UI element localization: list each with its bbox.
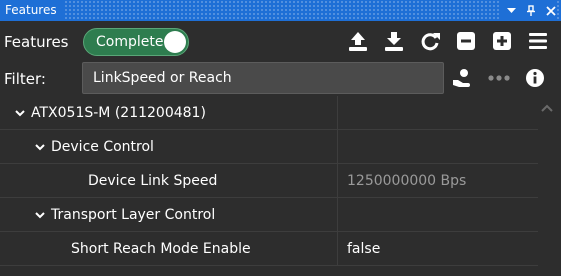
feature-value[interactable]: false <box>347 232 380 266</box>
toolbar-icons <box>346 29 550 53</box>
toggle-knob <box>164 31 186 53</box>
features-label: Features <box>4 33 69 51</box>
download-icon[interactable] <box>382 29 406 53</box>
device-row[interactable]: ATX051S-M (211200481) <box>0 96 538 130</box>
pin-icon[interactable] <box>525 4 537 18</box>
chevron-down-icon[interactable] <box>15 108 25 118</box>
close-icon[interactable] <box>545 4 557 18</box>
visibility-toggle[interactable]: Complete <box>83 28 189 56</box>
feature-row[interactable]: Device Link Speed 1250000000 Bps <box>0 164 538 198</box>
more-icon[interactable] <box>487 66 511 90</box>
feature-row[interactable]: Short Reach Mode Enable false <box>0 232 538 266</box>
filter-icons <box>451 66 547 90</box>
collapse-icon[interactable] <box>454 29 478 53</box>
title-bar: Features <box>0 0 561 21</box>
feature-name: Short Reach Mode Enable <box>71 241 251 257</box>
filter-label: Filter: <box>4 70 46 88</box>
window-title: Features <box>0 0 63 21</box>
upload-icon[interactable] <box>346 29 370 53</box>
feature-name: Device Link Speed <box>88 173 218 189</box>
category-row[interactable]: Transport Layer Control <box>0 198 538 232</box>
column-divider <box>337 198 338 231</box>
filter-input[interactable] <box>82 62 444 94</box>
feature-value: 1250000000 Bps <box>347 173 467 189</box>
chevron-down-icon[interactable] <box>35 142 45 152</box>
category-row[interactable]: Device Control <box>0 130 538 164</box>
category-name: Device Control <box>51 139 154 155</box>
column-divider <box>337 232 338 265</box>
category-name: Transport Layer Control <box>51 207 216 223</box>
info-icon[interactable] <box>523 66 547 90</box>
refresh-icon[interactable] <box>418 29 442 53</box>
visibility-value: Complete <box>96 34 164 50</box>
column-divider <box>337 130 338 163</box>
scroll-up-icon[interactable] <box>540 98 554 112</box>
column-divider <box>337 96 338 129</box>
chevron-down-icon[interactable] <box>35 210 45 220</box>
expand-icon[interactable] <box>490 29 514 53</box>
menu-icon[interactable] <box>526 29 550 53</box>
hand-icon[interactable] <box>451 66 475 90</box>
dropdown-icon[interactable] <box>505 4 517 18</box>
feature-tree: ATX051S-M (211200481) Device Control Dev… <box>0 96 538 266</box>
device-name: ATX051S-M (211200481) <box>31 105 206 121</box>
column-divider <box>337 164 338 197</box>
